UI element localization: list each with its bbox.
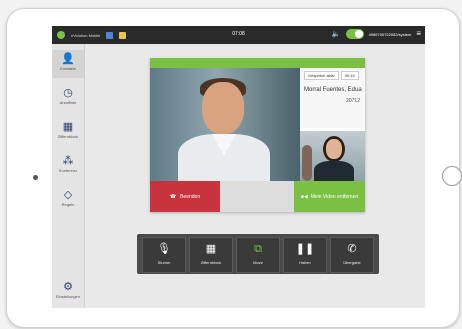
- keypad-icon: ▦: [62, 121, 74, 133]
- call-control-bar: 🎙 Stumm ▦ Ziffernblock ⧉ Move ❚❚ Halten …: [137, 234, 379, 274]
- sidebar-item-ziffernblock[interactable]: ▦ Ziffernblock: [52, 118, 84, 146]
- sidebar-item-konferenz[interactable]: ⁂ Konferenz: [52, 152, 84, 180]
- app-screen: eVolution Mobile 07:08 🔈 4989700722082/s…: [52, 26, 425, 308]
- user-id: 4989700722082/system: [368, 31, 412, 37]
- keypad-button[interactable]: ▦ Ziffernblock: [189, 237, 233, 273]
- remote-video: [150, 68, 300, 181]
- empty-action-slot: [220, 181, 294, 212]
- self-video: [300, 131, 365, 181]
- hold-button[interactable]: ❚❚ Halten: [283, 237, 327, 273]
- sidebar-item-regeln[interactable]: ◇ Regeln: [52, 186, 84, 214]
- microphone-icon: 🎙: [157, 243, 171, 255]
- remove-video-label: Mein Video entfernen: [310, 193, 359, 200]
- sidebar-item-label: Konferenz: [58, 168, 78, 173]
- video-camera-icon: ■◀: [300, 193, 308, 200]
- remove-video-button[interactable]: ■◀ Mein Video entfernen: [294, 181, 365, 212]
- rules-icon: ◇: [63, 189, 73, 201]
- call-status: Gespräch aktiv: [304, 71, 339, 80]
- sidebar-item-label: Ziffernblock: [57, 134, 79, 139]
- sidebar-item-label: Regeln: [61, 202, 75, 207]
- move-icon: ⧉: [254, 243, 262, 255]
- hangup-icon: ☎: [169, 193, 177, 200]
- call-card-header: [150, 58, 365, 68]
- speaker-icon[interactable]: 🔈: [332, 30, 341, 38]
- video-toggle[interactable]: [345, 29, 364, 39]
- status-bar: eVolution Mobile 07:08 🔈 4989700722082/s…: [52, 26, 425, 44]
- sidebar-item-label: Einstellungen: [55, 294, 81, 299]
- end-call-button[interactable]: ☎ Beenden: [150, 181, 220, 212]
- hold-label: Halten: [299, 260, 311, 265]
- keypad-icon: ▦: [205, 243, 217, 255]
- transfer-label: Übergabe: [343, 260, 361, 265]
- person-icon: 👤: [61, 53, 75, 65]
- transfer-icon: ✆: [347, 243, 357, 255]
- contact-name: Morral Fuentes, Edua: [304, 87, 362, 93]
- sidebar-item-kontakte[interactable]: 👤 Kontakte: [52, 50, 84, 78]
- move-button[interactable]: ⧉ Move: [236, 237, 280, 273]
- transfer-button[interactable]: ✆ Übergabe: [330, 237, 374, 273]
- keypad-label: Ziffernblock: [200, 260, 222, 265]
- mute-label: Stumm: [157, 260, 171, 265]
- home-button[interactable]: [442, 166, 462, 186]
- call-card: Gespräch aktiv 00:15 Morral Fuentes, Edu…: [150, 58, 365, 212]
- pause-icon: ❚❚: [295, 243, 315, 255]
- contact-number: 20712: [346, 98, 360, 104]
- call-info: Gespräch aktiv 00:15 Morral Fuentes, Edu…: [300, 68, 365, 128]
- menu-icon[interactable]: ≡: [416, 30, 421, 38]
- sidebar-item-label: Anrufliste: [59, 100, 77, 105]
- call-duration: 00:15: [340, 71, 359, 80]
- clock-icon: ◷: [63, 87, 73, 99]
- move-label: Move: [253, 260, 263, 265]
- sidebar-item-einstellungen[interactable]: ⚙ Einstellungen: [52, 278, 84, 306]
- sidebar-item-anrufliste[interactable]: ◷ Anrufliste: [52, 84, 84, 112]
- settings-icon: ⚙: [63, 281, 73, 293]
- sidebar: 👤 Kontakte ◷ Anrufliste ▦ Ziffernblock ⁂…: [52, 44, 85, 308]
- sidebar-item-label: Kontakte: [60, 66, 76, 71]
- conference-icon: ⁂: [62, 155, 74, 167]
- end-call-label: Beenden: [180, 193, 201, 200]
- camera-dot: [33, 175, 38, 180]
- mute-button[interactable]: 🎙 Stumm: [142, 237, 186, 273]
